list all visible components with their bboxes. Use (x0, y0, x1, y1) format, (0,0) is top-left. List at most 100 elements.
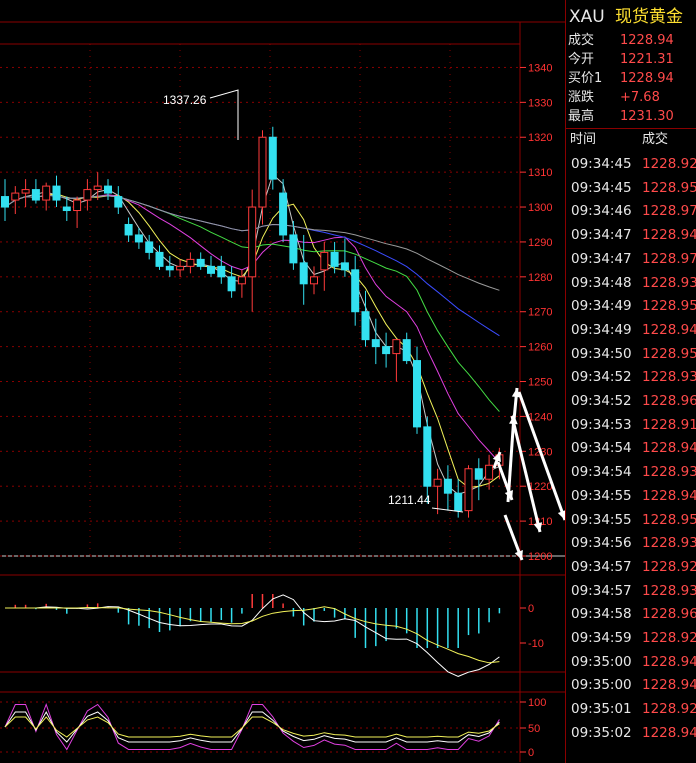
tick-price: 1228.94 (642, 677, 696, 694)
tick-row: 09:34:57 1228.93 (566, 580, 696, 604)
tick-price: 1228.93 (642, 464, 696, 481)
candle-body (62, 206, 71, 212)
tick-time: 09:34:52 (571, 369, 632, 386)
tick-price: 1228.92 (642, 701, 696, 718)
axis-label: 1280 (528, 272, 552, 284)
candle-body (186, 258, 195, 267)
kdj-axis-label: 100 (528, 697, 546, 709)
tick-row: 09:34:49 1228.94 (566, 319, 696, 343)
axis-label: 1300 (528, 202, 552, 214)
candle-body (207, 265, 215, 274)
tick-time: 09:34:55 (571, 487, 632, 504)
quote-row: 今开 1221.31 (566, 50, 696, 69)
candle-body (52, 185, 61, 201)
tick-row: 09:34:54 1228.93 (566, 461, 696, 485)
candle-body (1, 196, 9, 208)
axis-label: 1340 (528, 62, 552, 74)
candle-body (104, 185, 112, 194)
price-axis: 1340 1330 1320 1310 1300 1290 1280 1270 1260 1250… (520, 62, 552, 563)
tick-time: 09:34:57 (571, 582, 632, 599)
tick-price: 1228.95 (642, 298, 696, 315)
tick-row: 09:35:01 1228.92 (566, 698, 696, 722)
candle-body (279, 192, 288, 236)
tick-row: 09:34:55 1228.94 (566, 485, 696, 509)
candle-body (155, 251, 164, 267)
tick-time: 09:34:47 (571, 250, 632, 267)
quote-value: 1221.31 (620, 52, 674, 67)
quote-value: 1228.94 (620, 33, 674, 48)
candle-body (268, 136, 277, 180)
tick-time: 09:34:59 (571, 630, 632, 646)
tick-price: 1228.96 (642, 393, 696, 409)
candle-body (485, 464, 494, 480)
axis-label: 1290 (528, 237, 552, 249)
tick-price: 1228.93 (642, 274, 696, 291)
candle-body (42, 185, 51, 201)
macd-axis-label: 0 (528, 603, 534, 615)
quote-label: 今开 (568, 52, 595, 67)
candle-body (330, 251, 339, 267)
axis-label: 1240 (528, 411, 552, 423)
candle-body (299, 262, 308, 285)
candle-body (93, 185, 102, 191)
quote-value: 1228.94 (620, 71, 674, 86)
quote-label: 涨跌 (568, 90, 595, 105)
kline-chart[interactable]: 1340 1330 1320 1310 1300 1290 1280 1270 1260 1250… (0, 0, 565, 762)
tick-time: 09:34:54 (571, 464, 632, 481)
tick-time: 09:34:53 (571, 416, 632, 433)
tick-price: 1228.93 (642, 582, 696, 599)
candle-body (340, 262, 349, 271)
tick-price: 1228.92 (642, 156, 696, 172)
candle-body (382, 346, 391, 355)
tick-price: 1228.93 (642, 535, 696, 552)
candle-body (83, 189, 92, 201)
kdj-axis-label: 50 (528, 723, 540, 735)
candle-body (21, 189, 30, 194)
high-marker (209, 89, 239, 140)
tick-time: 09:34:55 (571, 511, 632, 528)
candle-body (392, 339, 401, 355)
tick-row: 09:34:47 1228.97 (566, 248, 696, 272)
macd-axis-label: -10 (528, 638, 544, 650)
arrow-line[interactable] (510, 415, 542, 533)
arrow-line[interactable] (506, 414, 516, 503)
candle-body (176, 265, 185, 271)
candle-body (474, 468, 483, 480)
tick-time: 09:34:48 (571, 274, 632, 291)
tick-row: 09:34:46 1228.97 (566, 200, 696, 224)
candle-body (351, 269, 360, 313)
tick-price: 1228.97 (642, 203, 696, 220)
tick-panel[interactable]: 时间 成交 09:34:45 1228.92 09:34:45 1228.95 09:3… (565, 128, 696, 763)
candle-body (310, 276, 318, 285)
kdj-panel: 100 50 0 (0, 697, 546, 759)
tick-price: 1228.94 (642, 440, 696, 457)
tick-row: 09:34:58 1228.96 (566, 603, 696, 627)
tick-price: 1228.95 (642, 511, 696, 528)
candle-body (454, 492, 463, 512)
quote-value: +7.68 (620, 90, 660, 105)
tick-time: 09:34:57 (571, 558, 632, 575)
tick-time: 09:35:01 (571, 701, 632, 718)
tick-row: 09:34:55 1228.95 (566, 509, 696, 533)
candle-body (217, 265, 226, 278)
high-price-label: 1337.26 (163, 93, 207, 107)
tick-price: 1228.95 (642, 179, 696, 196)
tick-time: 09:34:50 (571, 345, 632, 362)
macd-dea-line (5, 606, 500, 664)
chart-grid (0, 21, 565, 762)
candle-body (413, 360, 421, 428)
candle-body (73, 199, 82, 212)
tick-price: 1228.94 (642, 653, 696, 670)
axis-label: 1270 (528, 307, 552, 319)
tick-time: 09:34:58 (571, 606, 632, 623)
kdj-d-line (4, 716, 500, 738)
candle-body (258, 136, 267, 208)
candle-body (114, 196, 123, 208)
tick-row: 09:34:56 1228.93 (566, 532, 696, 556)
tick-row: 09:34:53 1228.91 (566, 414, 696, 438)
candlestick-series (1, 126, 504, 518)
tick-time: 09:34:54 (571, 440, 632, 457)
tick-row: 09:34:59 1228.92 (566, 627, 696, 651)
low-price-label: 1211.44 (388, 493, 431, 507)
tick-time: 09:34:46 (571, 203, 632, 220)
